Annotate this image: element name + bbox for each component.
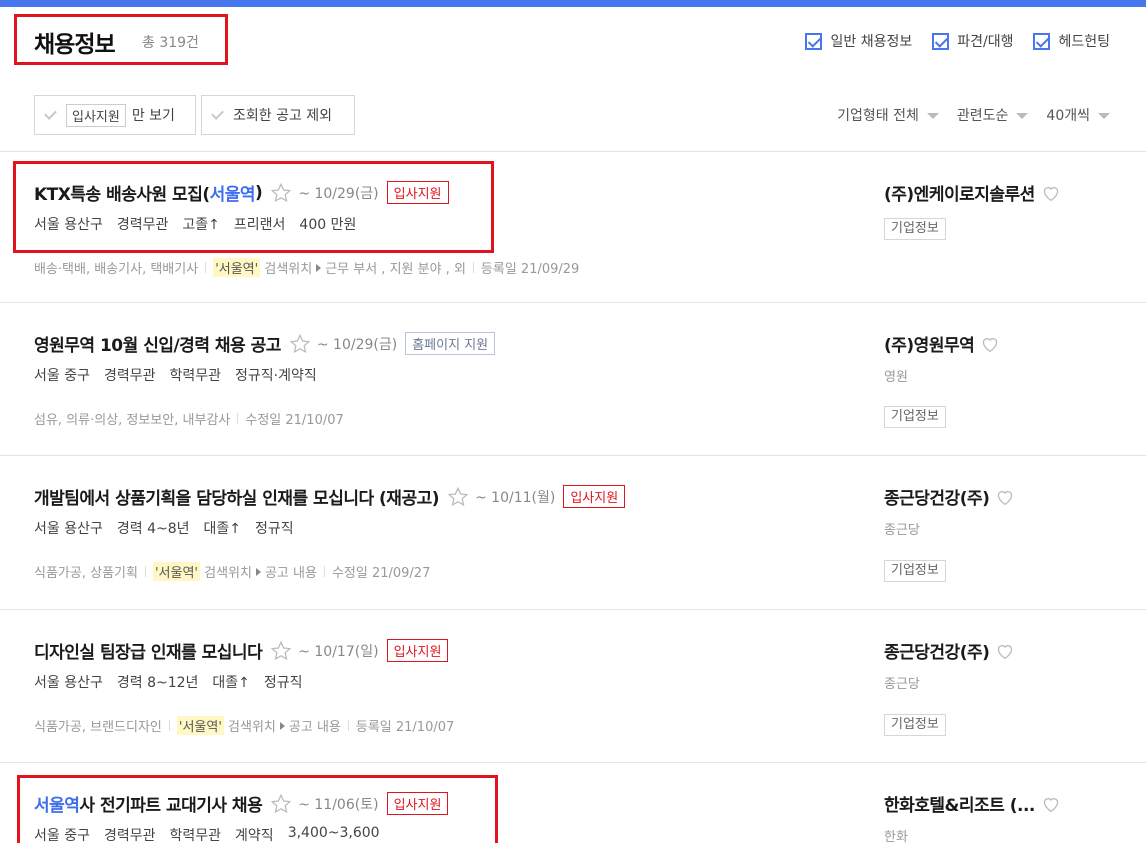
company-info-button[interactable]: 기업정보 (884, 406, 946, 428)
job-title[interactable]: 디자인실 팀장급 인재를 모십니다 ~ 10/17(일) 입사지원 (34, 638, 449, 663)
checkbox-icon[interactable] (805, 32, 823, 50)
apply-tag: 입사지원 (66, 103, 126, 127)
check-icon (211, 106, 224, 120)
heart-icon[interactable] (995, 488, 1015, 506)
filter-dispatch[interactable]: 파견/대행 (932, 31, 1013, 51)
job-title[interactable]: 영원무역 10월 신입/경력 채용 공고 ~ 10/29(금) 홈페이지 지원 (34, 331, 496, 356)
checkbox-icon[interactable] (1033, 32, 1051, 50)
heart-icon[interactable] (1041, 184, 1061, 202)
filter-general[interactable]: 일반 채용정보 (805, 31, 912, 51)
company-name[interactable]: (주)영원무역 (884, 331, 1000, 356)
job-conditions: 서울 중구 경력무관 학력무관 정규직·계약직 (34, 368, 317, 384)
exclude-viewed-toggle[interactable]: 조회한 공고 제외 (201, 95, 355, 135)
keyword-badge: '서울역' (176, 716, 224, 735)
company-group: 영원 (884, 370, 908, 385)
caret-down-icon (926, 113, 939, 119)
heart-icon[interactable] (1041, 795, 1061, 813)
filter-label: 파견/대행 (957, 34, 1014, 50)
filter-label: 일반 채용정보 (830, 34, 913, 50)
filter-headhunting[interactable]: 헤드헌팅 (1033, 31, 1110, 51)
check-icon (44, 106, 57, 120)
company-group: 종근당 (884, 523, 920, 538)
caret-down-icon (1098, 113, 1110, 119)
page-header: 채용정보 총 319건 일반 채용정보 파견/대행 헤드헌팅 (0, 7, 1146, 87)
page-size-dropdown[interactable]: 40개씩 (1046, 105, 1110, 125)
star-icon[interactable] (447, 486, 469, 508)
arrow-right-icon (316, 263, 322, 272)
caret-down-icon (1016, 113, 1029, 119)
job-meta: 식품가공, 상품기획 '서울역' 검색위치 공고 내용 수정일 21/09/27 (34, 562, 430, 581)
company-info-button[interactable]: 기업정보 (884, 560, 946, 582)
company-info-button[interactable]: 기업정보 (884, 714, 946, 736)
arrow-right-icon (279, 721, 285, 730)
star-icon[interactable] (270, 640, 292, 662)
heart-icon[interactable] (995, 642, 1015, 660)
company-info-button[interactable]: 기업정보 (884, 218, 946, 240)
job-row: 디자인실 팀장급 인재를 모십니다 ~ 10/17(일) 입사지원 서울 용산구… (0, 610, 1146, 762)
filter-label: 헤드헌팅 (1058, 34, 1110, 50)
job-conditions: 서울 용산구 경력 4~8년 대졸↑ 정규직 (34, 521, 294, 537)
job-meta: 배송·택배, 배송기사, 택배기사 '서울역' 검색위치 근무 부서 , 지원 분… (34, 258, 579, 277)
heart-icon[interactable] (980, 335, 1000, 353)
page-title: 채용정보 (34, 32, 116, 58)
job-meta: 섬유, 의류·의상, 정보보안, 내부감사 수정일 21/10/07 (34, 413, 344, 428)
deadline: ~ 10/17(일) (298, 643, 379, 660)
sort-order-dropdown[interactable]: 관련도순 (957, 105, 1029, 125)
homepage-apply-button[interactable]: 홈페이지 지원 (405, 332, 496, 355)
star-icon[interactable] (289, 333, 311, 355)
company-name[interactable]: 종근당건강(주) (884, 484, 1015, 509)
type-filters: 일반 채용정보 파견/대행 헤드헌팅 (805, 31, 1110, 51)
total-count: 총 319건 (142, 35, 199, 51)
company-name[interactable]: 한화호텔&리조트 (... (884, 791, 1061, 816)
annotation-box-job5 (17, 775, 498, 843)
toggle-label: 조회한 공고 제외 (233, 108, 333, 124)
annotation-box-job1 (13, 161, 494, 253)
toggle-label: 만 보기 (131, 108, 175, 124)
checkbox-icon[interactable] (932, 32, 950, 50)
company-name[interactable]: (주)엔케이로지솔루션 (884, 180, 1061, 205)
apply-button[interactable]: 입사지원 (386, 639, 449, 662)
job-conditions: 서울 용산구 경력 8~12년 대졸↑ 정규직 (34, 675, 303, 691)
company-group: 한화 (884, 830, 908, 843)
keyword-badge: '서울역' (152, 562, 200, 581)
job-meta: 식품가공, 브랜드디자인 '서울역' 검색위치 공고 내용 등록일 21/10/0… (34, 716, 454, 735)
deadline: ~ 10/11(월) (475, 489, 556, 506)
top-accent-bar (0, 0, 1146, 7)
job-title[interactable]: 개발팀에서 상품기획을 담당하실 인재를 모십니다 (재공고) ~ 10/11(… (34, 484, 626, 509)
apply-only-toggle[interactable]: 입사지원 만 보기 (34, 95, 196, 135)
company-name[interactable]: 종근당건강(주) (884, 638, 1015, 663)
job-row: 영원무역 10월 신입/경력 채용 공고 ~ 10/29(금) 홈페이지 지원 … (0, 303, 1146, 455)
keyword-badge: '서울역' (213, 258, 261, 277)
job-row: 개발팀에서 상품기획을 담당하실 인재를 모십니다 (재공고) ~ 10/11(… (0, 456, 1146, 608)
arrow-right-icon (255, 567, 261, 576)
company-group: 종근당 (884, 677, 920, 692)
apply-button[interactable]: 입사지원 (563, 485, 626, 508)
list-toolbar: 입사지원 만 보기 조회한 공고 제외 기업형태 전체 관련도순 40개씩 (0, 95, 1146, 135)
deadline: ~ 10/29(금) (316, 336, 398, 353)
sort-controls: 기업형태 전체 관련도순 40개씩 (837, 105, 1110, 125)
company-type-dropdown[interactable]: 기업형태 전체 (837, 105, 939, 125)
